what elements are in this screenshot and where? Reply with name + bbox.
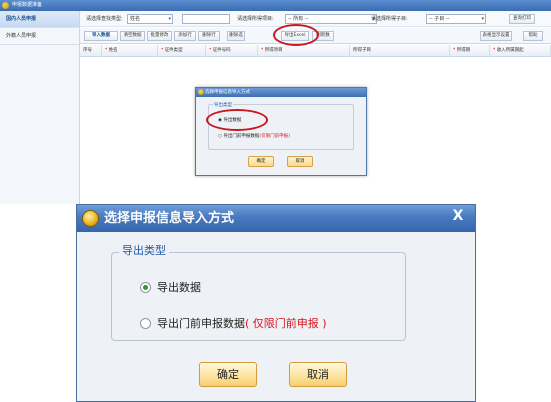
delete-row-button[interactable]: 删除行 xyxy=(198,31,220,41)
sidebar-item-foreign[interactable]: 外籍人员申报 xyxy=(0,28,79,45)
item-value: -- 所有 -- xyxy=(288,16,309,22)
batch-edit-button[interactable]: 批量修改 xyxy=(147,31,172,41)
sidebar-item-domestic[interactable]: 国内人员申报 xyxy=(0,11,79,28)
mini-export-dialog: 选择申报信息导入方式 导出类型 ◉ 导出数据 ○ 导出门前申报数据(仅限门前申报… xyxy=(195,87,367,176)
chevron-down-icon: ▾ xyxy=(168,16,171,22)
search-type-select[interactable]: 姓名 ▾ xyxy=(127,14,173,24)
dialog-body: 导出类型 导出数据 导出门前申报数据( 仅限门前申报 ) 确定 取消 xyxy=(77,232,475,401)
subitem-label: 请选择所得子目: xyxy=(371,16,408,22)
radio-icon[interactable] xyxy=(140,318,151,329)
table-header: 序号 * 姓名 * 证件类型 * 证件号码 * 所得项目 所得子目 * 所得期 … xyxy=(80,45,551,57)
column-header[interactable]: 序号 xyxy=(80,45,102,57)
cancel-button[interactable]: 取消 xyxy=(289,362,347,387)
mini-dialog-body: 导出类型 ◉ 导出数据 ○ 导出门前申报数据(仅限门前申报) 确定 取消 xyxy=(196,97,366,175)
column-label: 序号 xyxy=(83,48,92,53)
highlight-circle xyxy=(206,109,268,131)
option-export-data-label: 导出数据 xyxy=(157,281,201,294)
column-label: 证件类型 xyxy=(164,48,183,53)
mini-group-label: 导出类型 xyxy=(213,102,233,108)
item-select[interactable]: -- 所有 -- ▾ xyxy=(285,14,377,24)
column-header[interactable]: * 姓名 xyxy=(102,45,158,57)
column-label: 姓名 xyxy=(108,48,118,53)
option-export-door-note: ( 仅限门前申报 ) xyxy=(245,317,327,330)
column-header[interactable]: * 所得期 xyxy=(450,45,490,57)
main-window-screenshot: 申报数据准备 国内人员申报 外籍人员申报 请选择查找类型: 姓名 ▾ 请选择所得… xyxy=(0,0,551,204)
subitem-value: -- 子目 -- xyxy=(429,16,450,22)
close-icon[interactable]: X xyxy=(449,207,467,225)
export-dialog: 选择申报信息导入方式 X 导出类型 导出数据 导出门前申报数据( 仅限门前申报 … xyxy=(76,204,476,402)
mini-option2-note: (仅限门前申报) xyxy=(259,134,290,139)
app-title: 申报数据准备 xyxy=(12,2,43,8)
ok-button[interactable]: 确定 xyxy=(199,362,257,387)
mini-option2-label: 导出门前申报数据 xyxy=(223,134,260,139)
filter-bar: 请选择查找类型: 姓名 ▾ 请选择所得项目: -- 所有 -- ▾ 请选择所得子… xyxy=(80,11,551,27)
mini-dialog-title: 选择申报信息导入方式 xyxy=(205,90,250,95)
radio-selected-icon[interactable] xyxy=(140,282,151,293)
dialog-title: 选择申报信息导入方式 xyxy=(104,211,235,226)
delete-selected-button[interactable]: 删除选 xyxy=(227,31,245,41)
table-display-settings-button[interactable]: 表格显示设置 xyxy=(480,31,512,41)
column-label: 所得项目 xyxy=(264,48,283,53)
column-label: 所得子目 xyxy=(353,48,371,53)
mini-dialog-titlebar: 选择申报信息导入方式 xyxy=(196,88,366,97)
help-button[interactable]: 帮助 xyxy=(523,31,543,41)
column-label: 证件号码 xyxy=(212,48,231,53)
item-label: 请选择所得项目: xyxy=(237,16,274,22)
mini-cancel-button[interactable]: 取消 xyxy=(287,156,313,167)
mini-option-export-door[interactable]: ○ 导出门前申报数据(仅限门前申报) xyxy=(218,133,290,139)
column-header[interactable]: 所得子目 xyxy=(350,45,450,57)
search-input[interactable] xyxy=(182,14,230,24)
column-label: 所得期 xyxy=(456,48,471,53)
app-logo-icon xyxy=(198,89,204,95)
column-header[interactable]: * 收入所属期起 xyxy=(490,45,551,57)
dialog-titlebar: 选择申报信息导入方式 X xyxy=(77,205,475,232)
app-titlebar: 申报数据准备 xyxy=(0,0,551,11)
add-row-button[interactable]: 添加行 xyxy=(174,31,196,41)
search-type-value: 姓名 xyxy=(130,16,141,22)
subitem-select[interactable]: -- 子目 -- ▾ xyxy=(426,14,486,24)
column-header[interactable]: * 所得项目 xyxy=(258,45,350,57)
clear-data-button[interactable]: 清空数据 xyxy=(120,31,145,41)
option-export-door-label: 导出门前申报数据 xyxy=(157,317,245,330)
highlight-circle xyxy=(273,24,319,46)
group-label: 导出类型 xyxy=(119,244,169,258)
column-header[interactable]: * 证件类型 xyxy=(158,45,206,57)
sidebar: 国内人员申报 外籍人员申报 xyxy=(0,11,80,204)
column-label: 收入所属期起 xyxy=(496,48,524,53)
query-print-button[interactable]: 查询打印 xyxy=(509,14,535,24)
option-export-door-data[interactable]: 导出门前申报数据( 仅限门前申报 ) xyxy=(140,317,327,331)
app-logo-icon xyxy=(82,210,99,227)
app-logo-icon xyxy=(2,2,9,9)
option-export-data[interactable]: 导出数据 xyxy=(140,281,201,295)
mini-ok-button[interactable]: 确定 xyxy=(248,156,274,167)
column-header[interactable]: * 证件号码 xyxy=(206,45,258,57)
search-type-label: 请选择查找类型: xyxy=(86,16,123,22)
import-data-button[interactable]: 导入数据 xyxy=(84,31,118,41)
chevron-down-icon: ▾ xyxy=(481,16,484,22)
